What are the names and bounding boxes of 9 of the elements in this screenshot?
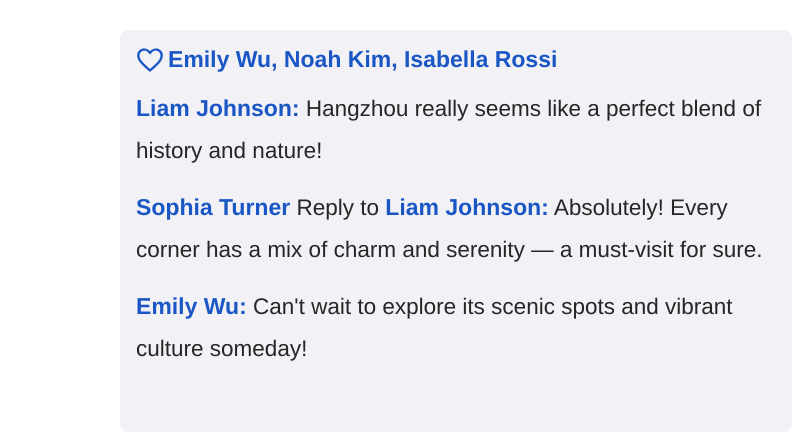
comment-text: Sophia Turner Reply to Liam Johnson: Absolutely! Every corner has a mix of charm and serenity — a must-visit for sure. xyxy=(136,193,764,264)
comment-text: Liam Johnson: Hangzhou really seems like a perfect blend of history and nature! xyxy=(136,94,762,165)
author-link[interactable]: Liam Johnson: xyxy=(385,194,549,220)
comment-text: Emily Wu: Can't wait to explore its scenic spots and vibrant culture someday! xyxy=(136,292,734,363)
heart-icon[interactable] xyxy=(136,46,164,72)
author-link[interactable]: Emily Wu: xyxy=(136,293,247,319)
liked-by-names[interactable]: Emily Wu, Noah Kim, Isabella Rossi xyxy=(168,46,558,73)
author-link[interactable]: Sophia Turner xyxy=(136,194,290,220)
author-link[interactable]: Liam Johnson: xyxy=(136,95,300,121)
